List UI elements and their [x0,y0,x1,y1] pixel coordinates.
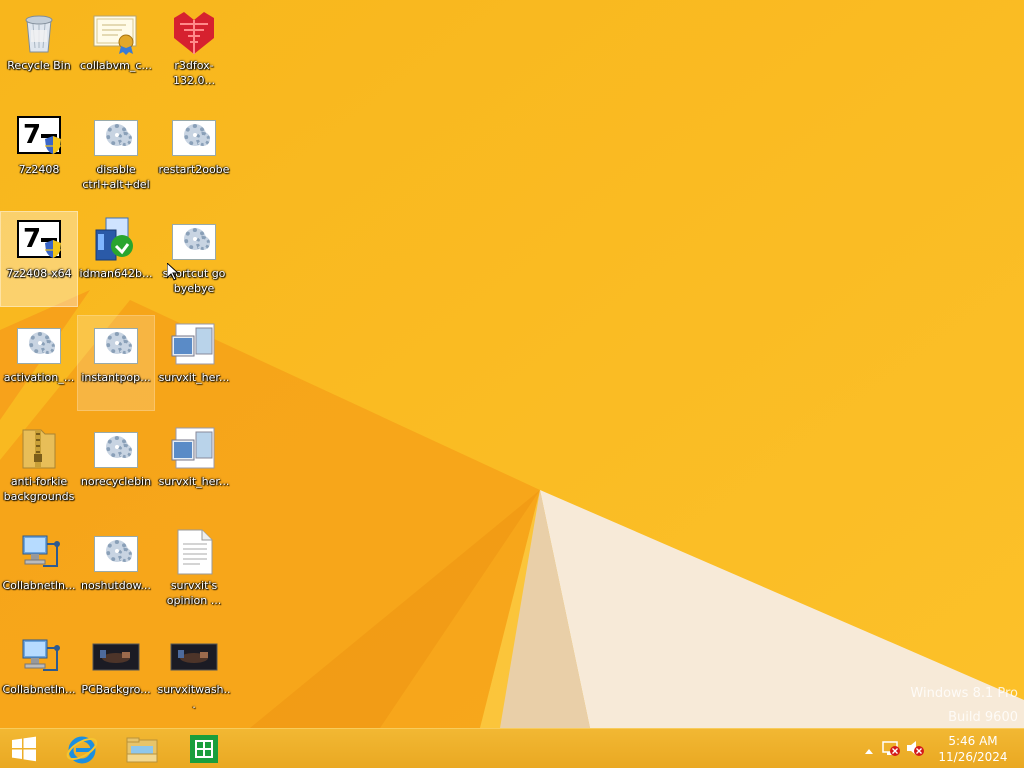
settings-file-icon [170,112,218,160]
start-button[interactable] [0,729,48,768]
desktop-icon-label: CollabnetIn... [2,579,76,592]
desktop-icon-label: Recycle Bin [7,59,71,72]
image-thumbnail-icon [170,632,218,680]
network-status-button[interactable] [882,739,900,757]
7zip-installer-icon: 7 [15,112,63,160]
system-tray: 5:46 AM 11/26/2024 [864,729,1024,768]
file-explorer-icon [126,737,158,763]
desktop-icon-label: disable ctrl+alt+del [82,163,150,191]
desktop-icon[interactable]: survxit's opinion ... [156,524,232,618]
7zip-installer-icon: 7 [15,216,63,264]
store-icon [190,735,218,763]
desktop-icon[interactable]: PCBackgro... [78,628,154,722]
desktop-icon-label: 7z2408 [18,163,60,176]
zip-folder-icon [15,424,63,472]
watermark-build: Build 9600 [948,710,1018,725]
image-file-icon [170,320,218,368]
store-button[interactable] [176,729,232,768]
chevron-up-icon [865,749,873,754]
desktop-icon-label: idman642b... [79,267,153,280]
desktop-icon[interactable]: 7 7z2408-x64 [0,211,78,307]
desktop-icon-label: norecyclebin [80,475,152,488]
network-computer-icon [15,528,63,576]
settings-file-icon [92,112,140,160]
text-document-icon [170,528,218,576]
settings-file-icon [92,424,140,472]
desktop-icon[interactable]: survxit_her... [156,316,232,410]
desktop-icon-label: collabvm_c... [80,59,152,72]
desktop-icon-label: 7z2408-x64 [6,267,72,280]
internet-explorer-button[interactable] [54,729,110,768]
desktop-icon[interactable]: collabvm_c... [78,4,154,98]
volume-muted-icon [907,741,924,756]
desktop-icon[interactable]: instantpop... [77,315,155,411]
desktop-icon[interactable]: CollabnetIn... [1,524,77,618]
desktop-icon[interactable]: noshutdow... [78,524,154,618]
network-computer-icon [15,632,63,680]
desktop-icon[interactable]: anti-forkie backgrounds [1,420,77,514]
certificate-icon [92,8,140,56]
clock[interactable]: 5:46 AM 11/26/2024 [938,733,1008,765]
settings-file-icon [92,528,140,576]
clock-time: 5:46 AM [948,734,998,748]
image-file-icon [170,424,218,472]
installer-icon [92,216,140,264]
desktop-icon-label: activation_... [3,371,75,384]
watermark-edition: Windows 8.1 Pro [910,686,1018,701]
start-icon [12,736,36,762]
show-hidden-icons-button[interactable] [864,742,874,754]
desktop-icon[interactable]: CollabnetIn... [1,628,77,722]
mouse-cursor-icon [167,263,179,281]
desktop-icon-label: PCBackgro... [81,683,151,696]
desktop-icon-label: CollabnetIn... [2,683,76,696]
recycle-bin-icon [15,8,63,56]
desktop-icon-label: r3dfox-132.0... [173,59,215,87]
network-disconnected-icon [882,741,900,756]
clock-date: 11/26/2024 [938,750,1008,764]
desktop-icon-label: restart2oobe [158,163,230,176]
settings-file-icon [170,216,218,264]
internet-explorer-icon [66,736,98,764]
desktop-icon-label: survxit_her... [158,371,230,384]
volume-button[interactable] [906,739,924,757]
desktop-icon-label: noshutdow... [81,579,151,592]
desktop-icon[interactable]: survxitwash... [156,628,232,722]
taskbar: 5:46 AM 11/26/2024 [0,728,1024,768]
settings-file-icon [92,320,140,368]
desktop-icon[interactable]: idman642b... [78,212,154,306]
desktop-icon[interactable]: 7 7z2408 [1,108,77,202]
image-thumbnail-icon [92,632,140,680]
desktop-icon[interactable]: disable ctrl+alt+del [78,108,154,202]
settings-file-icon [15,320,63,368]
desktop-icon[interactable]: norecyclebin [78,420,154,514]
desktop-icon[interactable]: shortcut go byebye [156,212,232,306]
desktop-icon-label: instantpop... [81,371,151,384]
desktop-icon-label: survxitwash... [157,683,231,711]
desktop-icon-label: survxit_her... [158,475,230,488]
desktop-icon-label: anti-forkie backgrounds [3,475,75,503]
desktop-icon[interactable]: restart2oobe [156,108,232,202]
desktop-icon[interactable]: survxit_her... [156,420,232,514]
r3dfox-icon [170,8,218,56]
file-explorer-button[interactable] [114,729,170,768]
desktop-icon-label: survxit's opinion ... [166,579,222,607]
desktop-icon[interactable]: Recycle Bin [1,4,77,98]
desktop-icon[interactable]: activation_... [1,316,77,410]
desktop-icon[interactable]: r3dfox-132.0... [156,4,232,98]
